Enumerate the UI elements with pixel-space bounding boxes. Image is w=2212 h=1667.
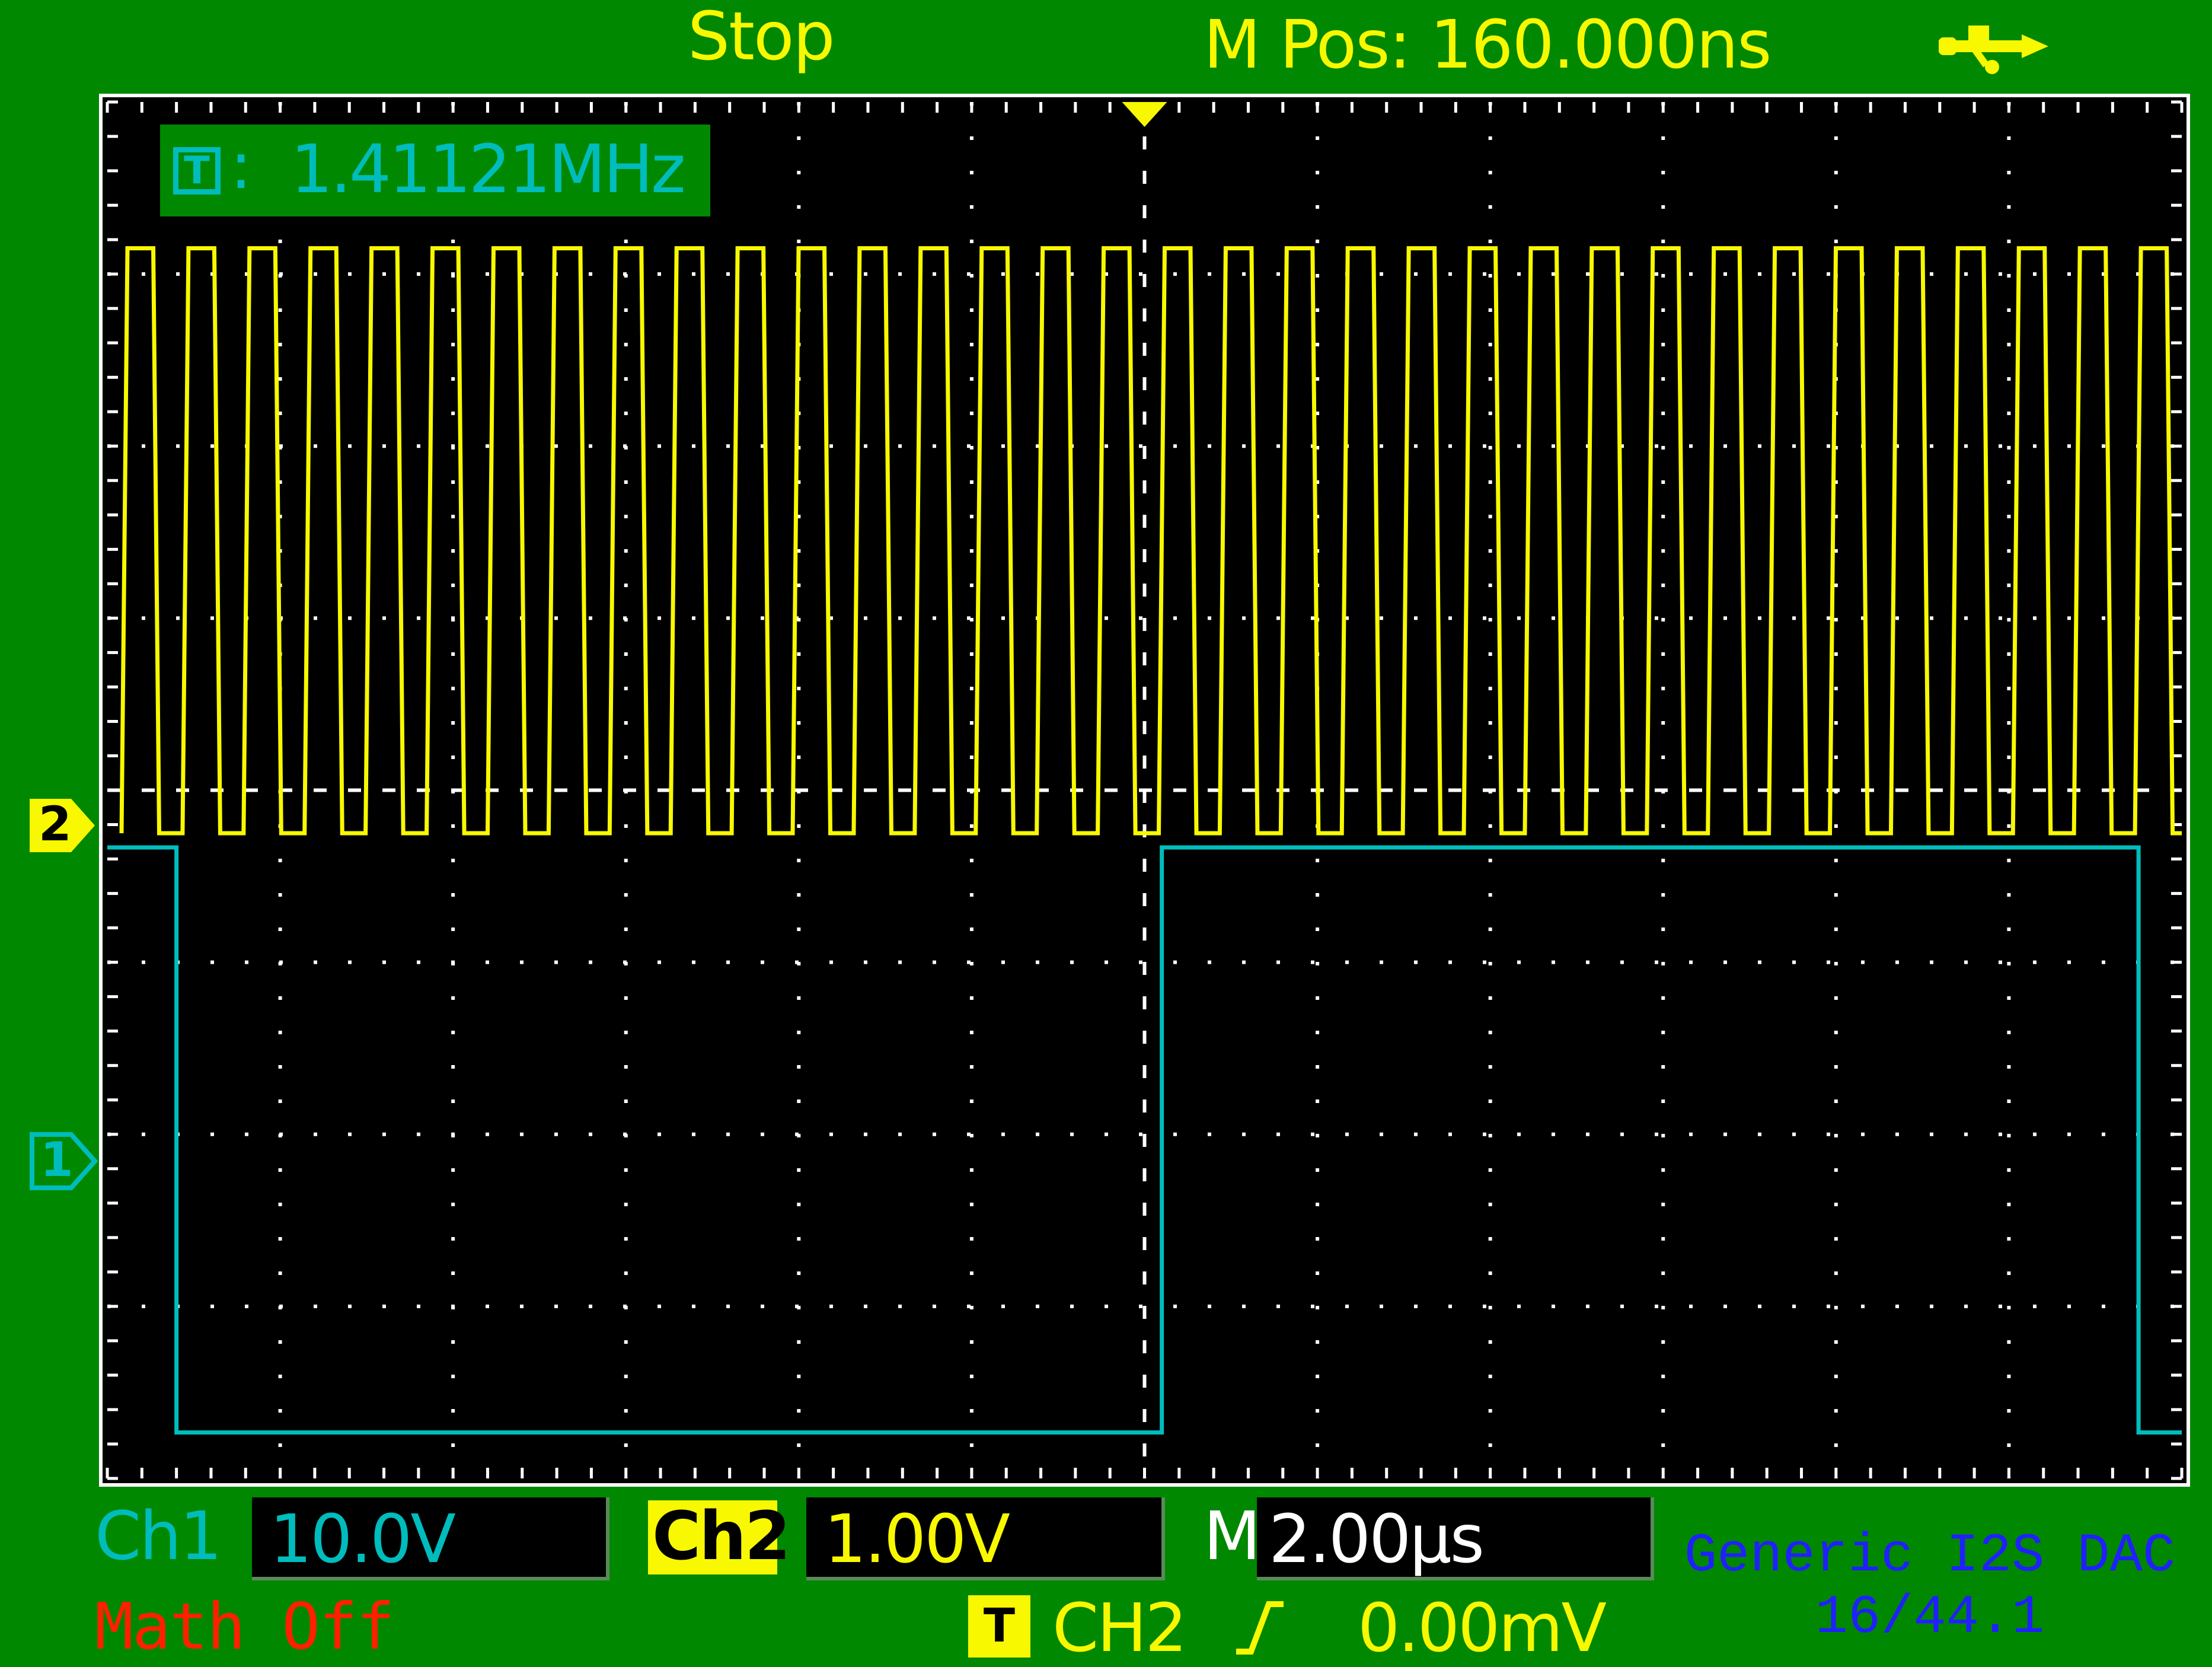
ch1-label: Ch1 — [95, 1498, 222, 1575]
run-status: Stop — [688, 0, 835, 75]
math-status: Math Off — [95, 1590, 395, 1664]
rising-edge-icon — [1236, 1601, 1284, 1655]
trigger-position-arrow-icon — [1122, 102, 1167, 127]
trigger-source: CH2 — [1052, 1590, 1188, 1667]
trigger-measure-icon: T — [173, 147, 221, 195]
ch1-marker: 1 — [30, 1131, 101, 1191]
usb-icon — [1939, 26, 2048, 74]
frequency-measurement-box: T : 1.41121MHz — [160, 125, 710, 216]
ch2-waveform — [119, 246, 2182, 836]
trigger-level: 0.00mV — [1358, 1590, 1607, 1667]
timebase-label: M — [1204, 1498, 1261, 1575]
caption-line-1: Generic I2S DAC — [1684, 1525, 2176, 1587]
ch2-label: Ch2 — [652, 1498, 791, 1575]
trigger-icon: T — [968, 1595, 1030, 1658]
waveform-plot — [106, 100, 2184, 1480]
ch1-scale-value: 10.0V — [270, 1501, 456, 1578]
ch2-marker: 2 — [30, 796, 101, 855]
horizontal-position-readout: M Pos: 160.000ns — [1204, 7, 1771, 84]
ch2-scale-value: 1.00V — [824, 1501, 1010, 1578]
caption-line-2: 16/44.1 — [1815, 1586, 2045, 1649]
frequency-value: 1.41121MHz — [291, 131, 686, 208]
ch2-marker-label: 2 — [39, 796, 72, 852]
timebase-value: 2.00µs — [1269, 1501, 1485, 1578]
ch1-marker-label: 1 — [40, 1132, 74, 1187]
measurement-colon: : — [230, 128, 253, 203]
